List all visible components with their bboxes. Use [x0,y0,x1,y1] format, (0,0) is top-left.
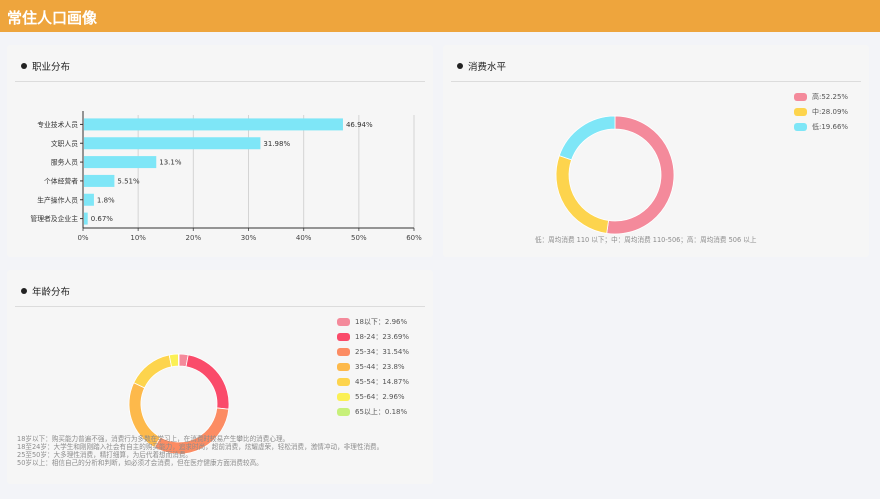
consumption-note: 低：周均消费 110 以下；中：周均消费 110-506；高：周均消费 506 … [535,236,757,244]
data-label: 5.51% [117,177,140,185]
category-label: 文职人员 [51,139,78,148]
data-label: 46.94% [346,121,373,129]
data-label: 0.67% [91,215,114,223]
bar [84,156,157,169]
bar [84,193,94,206]
x-tick-label: 40% [296,234,312,242]
bar [84,118,343,131]
page-header: 常住人口画像 [0,0,880,32]
bar [84,137,261,150]
data-label: 1.8% [97,196,115,204]
donut-slice [558,115,616,161]
x-tick-label: 10% [130,234,146,242]
x-tick-label: 0% [77,234,88,242]
donut-slice [185,354,230,410]
age-note: 18岁以下：购买能力普遍不强，消费行为多数在学习上，在消费时较易产生攀比的消费心… [17,435,290,443]
legend-swatch [337,318,350,326]
legend-swatch [337,393,350,401]
consumption-card: 消费水平 高:52.25% 中:28.09% 低:19.66% 低：周均消费 110… [443,45,869,257]
legend-label: 25-34：31.54% [355,348,410,356]
bar [84,174,115,187]
data-label: 31.98% [263,140,290,148]
x-tick-label: 60% [406,234,422,242]
page-title: 常住人口画像 [7,9,98,27]
donut-slice [606,115,675,235]
category-label: 个体经营者 [44,176,78,185]
legend-swatch [794,108,807,116]
legend-swatch [794,93,807,101]
legend-label: 中:28.09% [812,108,849,116]
legend-label: 低:19.66% [812,123,849,131]
legend-swatch [337,408,350,416]
category-label: 生产操作人员 [37,195,78,204]
legend-swatch [337,378,350,386]
donut-slice [178,353,180,367]
data-label: 13.1% [159,159,182,167]
legend-label: 55-64：2.96% [355,393,405,401]
category-label: 专业技术人员 [37,120,78,129]
donut-slice [133,354,173,389]
legend-label: 65以上：0.18% [355,408,408,416]
x-tick-label: 20% [186,234,202,242]
legend-label: 35-44：23.8% [355,363,405,371]
legend-swatch [337,363,350,371]
occupation-bar-chart: 0% 10% 20% 30% 40% 50% 60% 专业技术人员 46.94% 文职人员 31.9… [30,111,422,242]
x-tick-label: 50% [351,234,367,242]
category-label: 服务人员 [51,158,78,167]
bar [84,212,88,225]
legend-label: 18以下：2.96% [355,318,408,326]
legend-swatch [337,348,350,356]
occupation-card: 职业分布 0% 10% 20% 30% 40% 50% 60% 专业技术人员 46.94% 文职人… [7,45,433,257]
legend-label: 18-24：23.69% [355,333,410,341]
x-tick-label: 30% [241,234,257,242]
legend-swatch [337,333,350,341]
age-note: 18至24岁：大学生和刚刚踏入社会有自主的购买能力，追求时尚，超前消费，炫耀虚荣… [17,443,384,451]
age-card: 年龄分布 18以下：2.96% 18-24：23.69% 25-34：31.54% 3… [7,270,433,484]
age-note: 25至50岁：大多理性消费，精打细算，为后代着想而消费。 [17,451,193,459]
dashboard-body: 职业分布 0% 10% 20% 30% 40% 50% 60% 专业技术人员 46.94% 文职人… [0,32,880,499]
legend-label: 高:52.25% [812,93,849,101]
consumption-donut-chart [555,115,675,235]
legend-label: 45-54：14.87% [355,378,410,386]
legend-swatch [794,123,807,131]
donut-slice [555,155,609,234]
category-label: 管理者及企业主 [30,214,78,223]
age-note: 50岁以上：相信自己的分析和判断，如必须才会消费，但在医疗健康方面消费较高。 [17,459,263,467]
